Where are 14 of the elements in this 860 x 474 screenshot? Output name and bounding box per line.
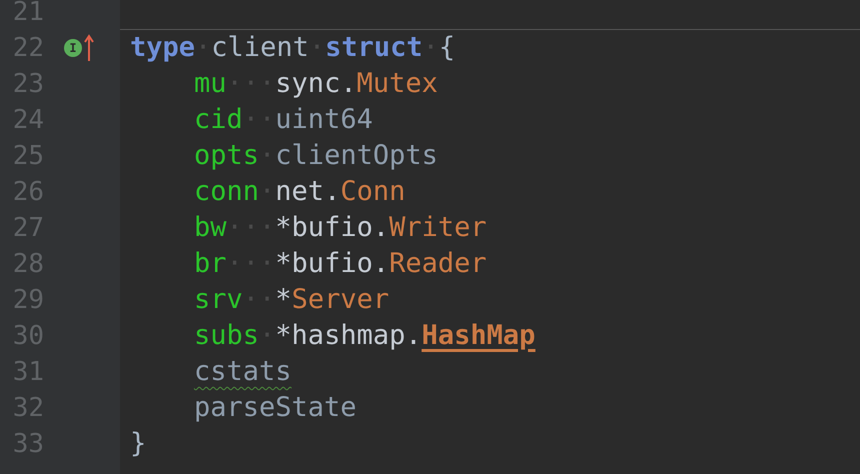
code-line: parseState [194, 391, 357, 425]
interface-marker-icon[interactable]: I [64, 39, 82, 57]
code-line: } [130, 427, 146, 461]
code-line: conn·net.Conn [194, 175, 406, 209]
code-line: srv··*Server [194, 283, 390, 317]
code-line: type·client·struct·{ [130, 31, 456, 65]
code-line: cstats [194, 355, 292, 389]
code-line: cid··uint64 [194, 103, 373, 137]
code-line: subs·*hashmap.HashMap [194, 319, 536, 353]
code-line: opts·clientOpts [194, 139, 438, 173]
code-line: bw···*bufio.Writer [194, 211, 487, 245]
code-line: mu···sync.Mutex [194, 67, 438, 101]
up-arrow-icon[interactable] [84, 34, 94, 62]
code-line: br···*bufio.Reader [194, 247, 487, 281]
